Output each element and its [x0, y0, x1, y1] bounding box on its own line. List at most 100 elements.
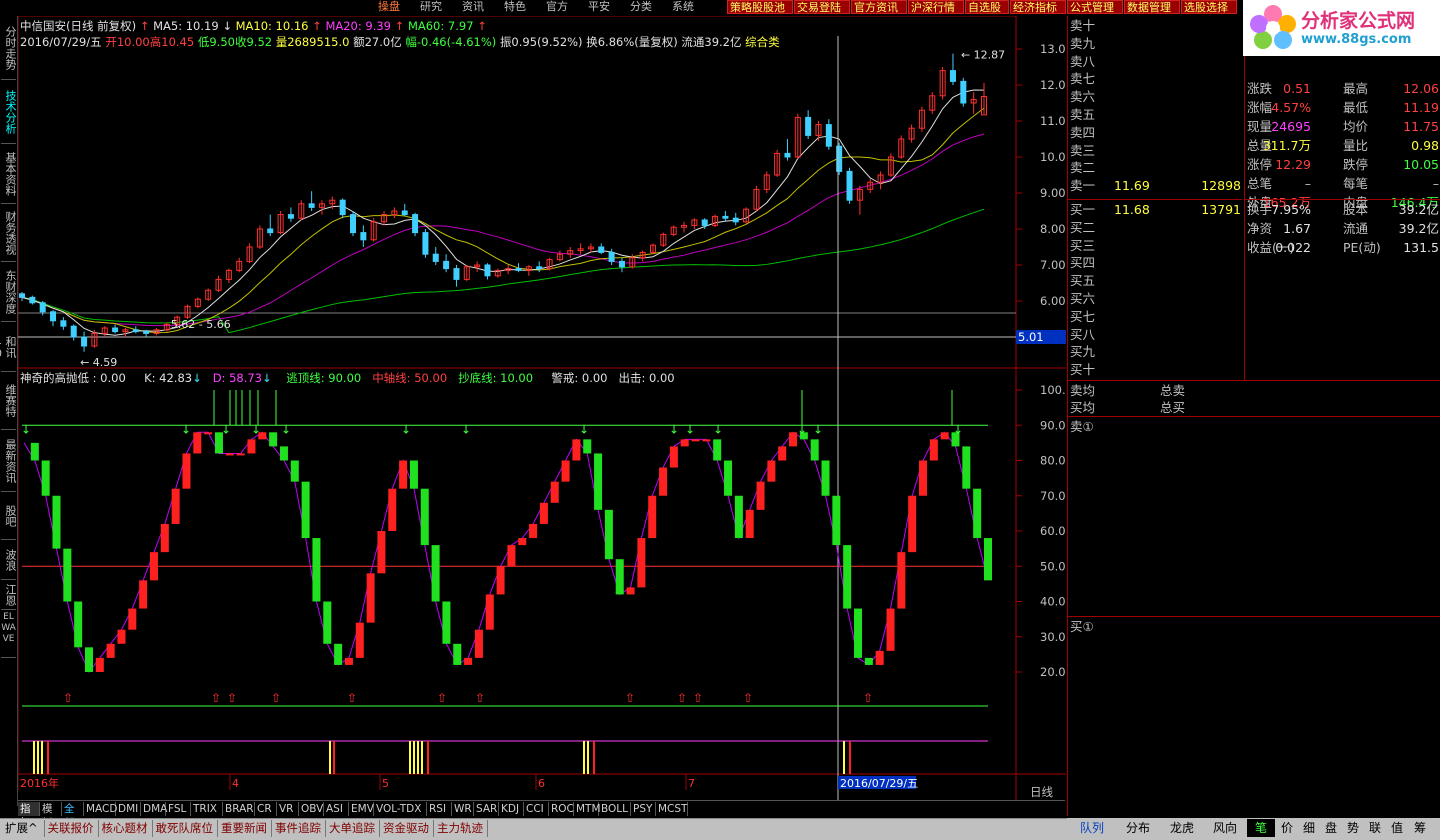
right-tab-6[interactable]: 细: [1299, 819, 1319, 837]
toolbar-button-4[interactable]: 自选股: [965, 0, 1009, 14]
candle-body-11: [132, 329, 139, 333]
left-tab-8[interactable]: 股吧: [1, 492, 17, 540]
bottom-button-7[interactable]: 资金驱动: [380, 820, 434, 837]
left-tab-9[interactable]: 波浪: [1, 540, 17, 580]
left-tab-7[interactable]: 最新资讯: [1, 430, 17, 492]
price-tick-0: 13.00: [1040, 42, 1066, 56]
right-tab-8[interactable]: 势: [1343, 819, 1363, 837]
toolbar-button-8[interactable]: 选股选择: [1181, 0, 1237, 14]
candle-body-1: [29, 296, 36, 304]
sector-link[interactable]: 综合类: [745, 35, 780, 49]
candle-body-33: [360, 232, 367, 241]
toolbar-button-0[interactable]: 策略股股池: [727, 0, 793, 14]
indicator-tab-18[interactable]: KDJ: [499, 802, 524, 816]
k-bar-28: [323, 601, 332, 644]
indicator-tab-23[interactable]: PSY: [631, 802, 656, 816]
toolbar-button-3[interactable]: 沪深行情: [908, 0, 964, 14]
left-tab-2[interactable]: 基本资料: [1, 144, 17, 204]
bottom-button-8[interactable]: 主力轨迹: [434, 820, 488, 837]
toolbar-button-2[interactable]: 官方资讯: [851, 0, 907, 14]
right-tab-3[interactable]: 风向: [1205, 819, 1245, 837]
bottom-button-1[interactable]: 关联报价: [45, 820, 99, 837]
left-tab-11[interactable]: ELWAVE: [1, 610, 16, 658]
k-bar-15: [182, 453, 191, 489]
indicator-tab-14[interactable]: VOL-TDX: [374, 802, 427, 816]
toolbar-button-7[interactable]: 数据管理: [1124, 0, 1180, 14]
indicator-tab-13[interactable]: EMV: [349, 802, 374, 816]
indicator-tab-0[interactable]: 指标: [18, 802, 40, 829]
left-tab-0[interactable]: 分时走势: [1, 16, 17, 80]
right-tab-0[interactable]: 队列: [1069, 819, 1115, 837]
menu-4[interactable]: 官方: [546, 0, 568, 14]
sell-signal-arrow-5: ↓: [401, 422, 411, 436]
range-annotation: 5.62 - 5.66: [171, 318, 231, 331]
bottom-button-5[interactable]: 事件追踪: [272, 820, 326, 837]
right-tab-7[interactable]: 盘: [1321, 819, 1341, 837]
ind-tick-7: 30.00: [1040, 630, 1066, 644]
menu-1[interactable]: 研究: [420, 0, 442, 14]
menu-5[interactable]: 平安: [588, 0, 610, 14]
cursor-date: 2016/07/29/五: [840, 777, 918, 790]
indicator-tab-2[interactable]: 全部: [62, 802, 84, 829]
k-bar-19: [225, 453, 234, 456]
right-tab-1[interactable]: 分布: [1117, 819, 1159, 837]
menu-6[interactable]: 分类: [630, 0, 652, 14]
candle-body-74: [784, 152, 791, 158]
indicator-tab-7[interactable]: TRIX: [191, 802, 223, 816]
candle-body-9: [112, 327, 119, 333]
indicator-tab-3[interactable]: MACD: [84, 802, 117, 816]
right-tab-11[interactable]: 筹: [1409, 819, 1431, 837]
bottom-button-3[interactable]: 敢死队席位: [153, 820, 218, 837]
indicator-tab-12[interactable]: ASI: [324, 802, 349, 816]
left-tab-3[interactable]: 财务透视: [1, 204, 17, 262]
toolbar-button-5[interactable]: 经济指标: [1010, 0, 1066, 14]
candle-body-80: [846, 170, 853, 201]
toolbar-button-1[interactable]: 交易登陆: [794, 0, 850, 14]
right-tab-5[interactable]: 价: [1277, 819, 1297, 837]
menu-3[interactable]: 特色: [504, 0, 526, 14]
bottom-button-0[interactable]: 扩展^: [2, 820, 45, 837]
indicator-tab-19[interactable]: CCI: [524, 802, 549, 816]
indicator-tab-11[interactable]: OBV: [299, 802, 324, 816]
indicator-tab-17[interactable]: SAR: [474, 802, 499, 816]
menu-2[interactable]: 资讯: [462, 0, 484, 14]
indicator-tab-9[interactable]: CR: [255, 802, 277, 816]
bottom-button-2[interactable]: 核心题材: [99, 820, 153, 837]
indicator-tab-15[interactable]: RSI: [427, 802, 452, 816]
k-bar-77: [854, 608, 863, 658]
buy-signal-arrow-8: ⇧: [677, 691, 687, 705]
left-tab-10[interactable]: 江恩: [1, 580, 17, 610]
indicator-tab-21[interactable]: MTM: [574, 802, 601, 816]
indicator-tab-20[interactable]: ROC: [549, 802, 574, 816]
indicator-tab-24[interactable]: MCST: [656, 802, 688, 816]
right-tab-9[interactable]: 联: [1365, 819, 1385, 837]
bottom-button-6[interactable]: 大单追踪: [326, 820, 380, 837]
k-bar-81: [897, 552, 906, 609]
left-tab-5[interactable]: 和讯10: [0, 322, 17, 372]
bottom-button-4[interactable]: 重要新闻: [218, 820, 272, 837]
ind-tick-5: 50.00: [1040, 559, 1066, 573]
indicator-tab-8[interactable]: BRAR: [223, 802, 255, 816]
toolbar-button-6[interactable]: 公式管理: [1067, 0, 1123, 14]
right-tab-2[interactable]: 龙虎: [1161, 819, 1203, 837]
indicator-tab-6[interactable]: FSL: [166, 802, 191, 816]
queue-buy-label: 买①: [1070, 619, 1094, 634]
period-label: 日线: [1030, 785, 1053, 799]
indicator-tab-10[interactable]: VR: [277, 802, 299, 816]
indicator-tab-5[interactable]: DMA: [141, 802, 167, 816]
logo-url: www.88gs.com: [1301, 32, 1412, 47]
right-tab-10[interactable]: 值: [1387, 819, 1407, 837]
left-tab-4[interactable]: 东财深度: [1, 262, 17, 322]
left-tab-1[interactable]: 技术分析: [1, 80, 17, 144]
indicator-tab-1[interactable]: 模板: [40, 802, 62, 829]
stat-label2-3: 均价: [1343, 119, 1369, 134]
menu-7[interactable]: 系统: [672, 0, 694, 14]
indicator-tab-22[interactable]: BOLL: [599, 802, 631, 816]
kline-chart-area[interactable]: 13.0012.0011.0010.009.008.007.006.005.00…: [18, 16, 1066, 806]
right-tab-4[interactable]: 笔: [1247, 819, 1275, 837]
k-bar-48: [539, 502, 548, 524]
indicator-tab-4[interactable]: DMI: [116, 802, 141, 816]
left-tab-6[interactable]: 维赛特: [1, 372, 17, 430]
menu-0[interactable]: 操盘: [378, 0, 400, 14]
indicator-tab-16[interactable]: WR: [452, 802, 474, 816]
